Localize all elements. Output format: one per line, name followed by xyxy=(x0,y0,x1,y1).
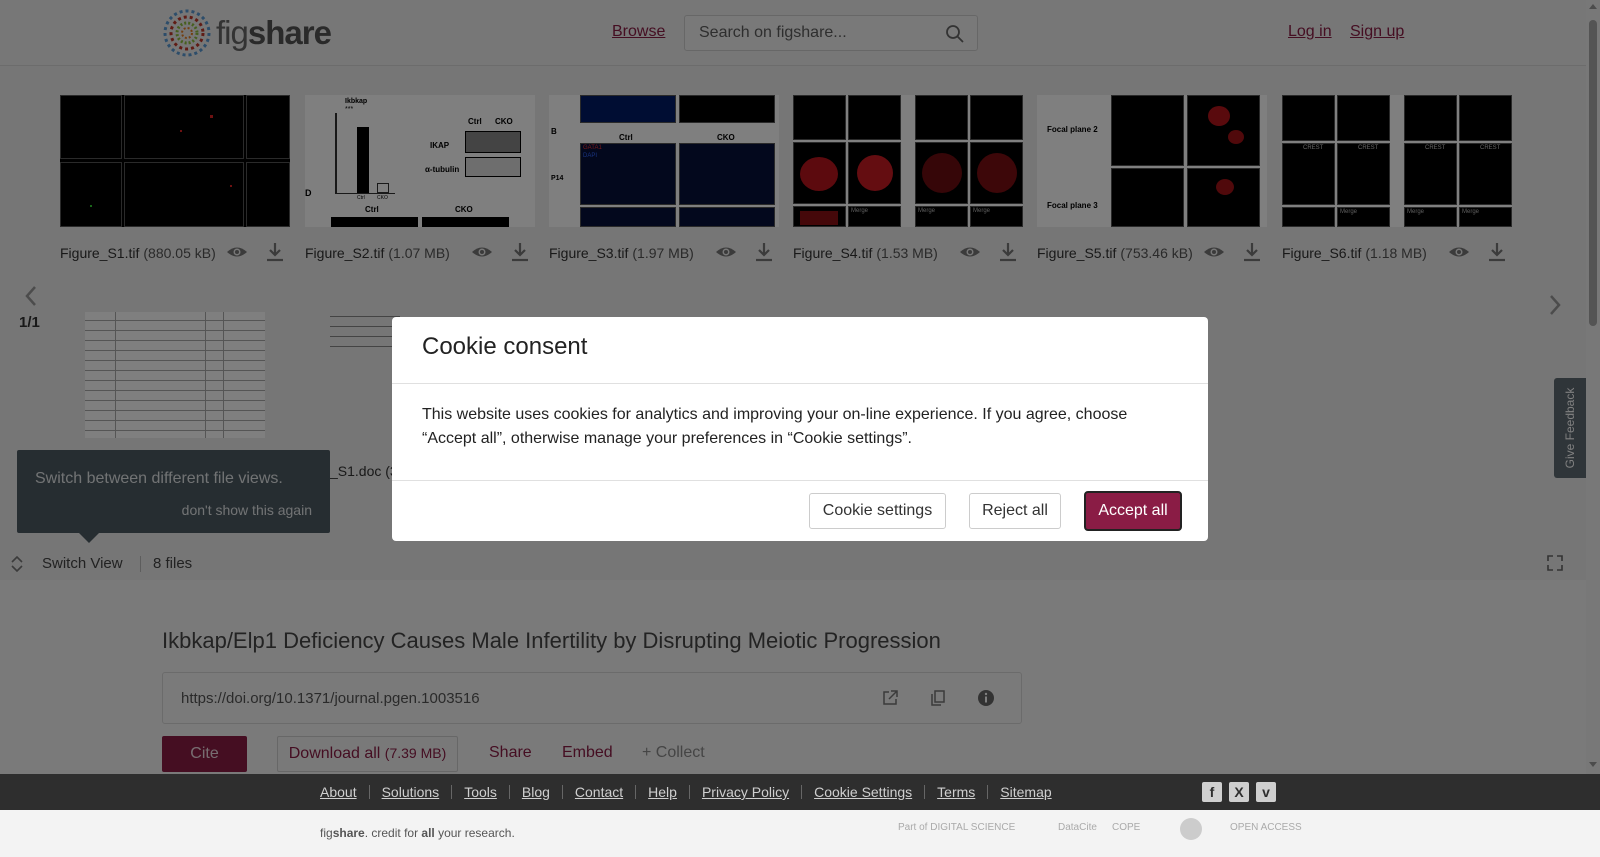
open-access-logo[interactable]: OPEN ACCESS xyxy=(1230,822,1302,833)
footer-nav: About Solutions Tools Blog Contact Help … xyxy=(0,774,1600,810)
divider xyxy=(392,480,1208,481)
reject-all-button[interactable]: Reject all xyxy=(969,493,1061,529)
accept-all-button[interactable]: Accept all xyxy=(1084,491,1182,531)
cope-logo[interactable]: COPE xyxy=(1112,822,1140,833)
footer-link-terms[interactable]: Terms xyxy=(937,784,975,800)
datacite-logo[interactable]: DataCite xyxy=(1058,822,1097,833)
footer-link-tools[interactable]: Tools xyxy=(464,784,497,800)
dialog-header: Cookie consent xyxy=(392,317,1208,384)
footer-link-solutions[interactable]: Solutions xyxy=(382,784,440,800)
footer-link-about[interactable]: About xyxy=(320,784,357,800)
footer-bottom: figshare. credit for all your research. … xyxy=(0,810,1600,857)
facebook-icon[interactable]: f xyxy=(1202,782,1222,802)
footer-link-blog[interactable]: Blog xyxy=(522,784,550,800)
cookie-settings-button[interactable]: Cookie settings xyxy=(809,493,946,529)
x-twitter-icon[interactable]: X xyxy=(1229,782,1249,802)
vimeo-icon[interactable]: v xyxy=(1256,782,1276,802)
partner-seal-logo[interactable] xyxy=(1180,818,1202,840)
footer-link-privacy[interactable]: Privacy Policy xyxy=(702,784,789,800)
footer-tagline: figshare. credit for all your research. xyxy=(320,826,515,840)
cookie-consent-dialog: Cookie consent This website uses cookies… xyxy=(392,317,1208,541)
footer-link-contact[interactable]: Contact xyxy=(575,784,623,800)
footer-links: About Solutions Tools Blog Contact Help … xyxy=(320,784,1052,800)
footer-link-sitemap[interactable]: Sitemap xyxy=(1000,784,1051,800)
digital-science-logo[interactable]: Part of DIGITAL SCIENCE xyxy=(898,822,1015,833)
footer-link-help[interactable]: Help xyxy=(648,784,677,800)
dialog-body: This website uses cookies for analytics … xyxy=(422,406,1128,447)
footer-link-cookie-settings[interactable]: Cookie Settings xyxy=(814,784,912,800)
dialog-title: Cookie consent xyxy=(422,333,588,360)
